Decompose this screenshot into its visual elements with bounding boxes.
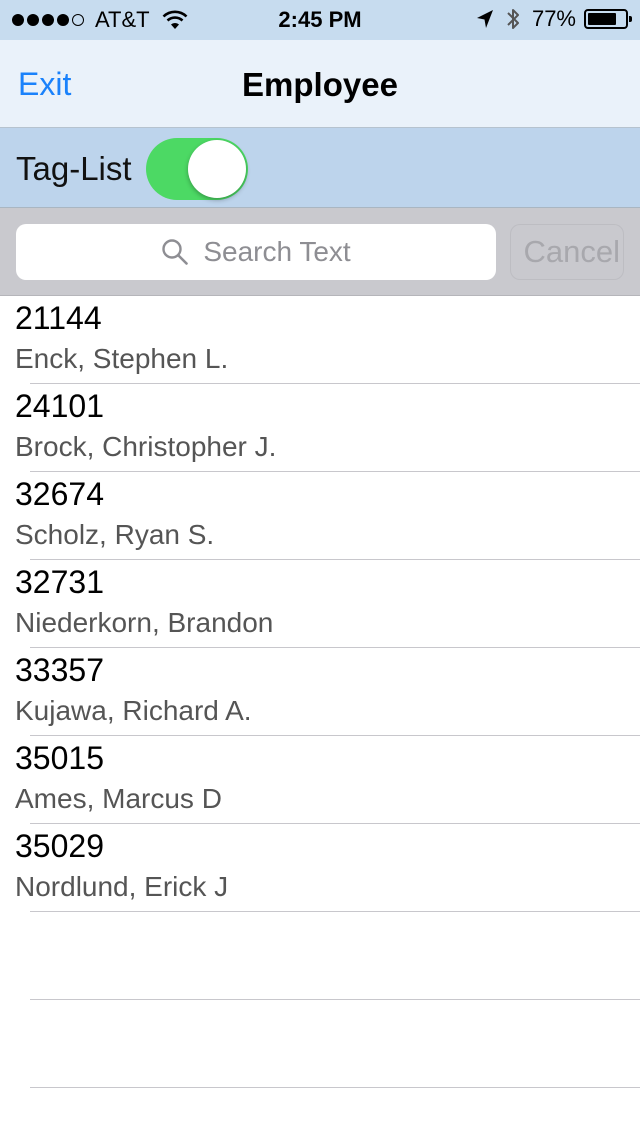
employee-name: Ames, Marcus D [15,783,222,814]
employee-name: Niederkorn, Brandon [15,607,274,638]
employee-id: 35029 [15,828,104,864]
employee-id: 33357 [15,652,104,688]
employee-id: 21144 [15,300,102,336]
page-title: Employee [242,66,398,103]
tag-list-label: Tag-List [16,150,132,187]
search-placeholder: Search Text [203,236,351,267]
tag-list-bar: Tag-List [0,128,640,208]
table-row[interactable]: 32674 Scholz, Ryan S. [0,472,640,560]
toggle-knob [188,140,246,198]
table-row[interactable]: 21144 Enck, Stephen L. [0,296,640,384]
employee-name: Scholz, Ryan S. [15,519,215,550]
employee-name: Brock, Christopher J. [15,431,277,462]
empty-row [0,912,640,1000]
search-icon [162,239,189,265]
battery-icon [584,9,632,29]
table-row[interactable]: 33357 Kujawa, Richard A. [0,648,640,736]
tag-list-toggle[interactable] [146,138,248,200]
employee-list: 21144 Enck, Stephen L. 24101 Brock, Christo… [0,296,640,1088]
table-row[interactable]: 35015 Ames, Marcus D [0,736,640,824]
cancel-label: Cancel [523,234,621,269]
empty-row [0,1000,640,1088]
table-row[interactable]: 24101 Brock, Christopher J. [0,384,640,472]
status-bar: AT&T 2:45 PM 77% [0,0,640,40]
row-separator [30,1087,640,1088]
navigation-bar: Exit Employee [0,40,640,128]
search-input[interactable]: Search Text [16,224,496,280]
bluetooth-icon [507,9,519,29]
search-bar: Search Text Cancel [0,208,640,296]
employee-id: 32674 [15,476,104,512]
battery-percent: 77% [531,6,576,31]
employee-id: 32731 [15,564,104,600]
table-row[interactable]: 32731 Niederkorn, Brandon [0,560,640,648]
table-row[interactable]: 35029 Nordlund, Erick J [0,824,640,912]
location-arrow-icon [476,10,493,28]
cancel-button[interactable]: Cancel [510,224,624,280]
employee-name: Nordlund, Erick J [15,871,229,902]
employee-name: Kujawa, Richard A. [15,695,252,726]
employee-id: 35015 [15,740,104,776]
status-right: 77% [476,6,632,32]
employee-name: Enck, Stephen L. [15,343,229,374]
employee-id: 24101 [15,388,104,424]
